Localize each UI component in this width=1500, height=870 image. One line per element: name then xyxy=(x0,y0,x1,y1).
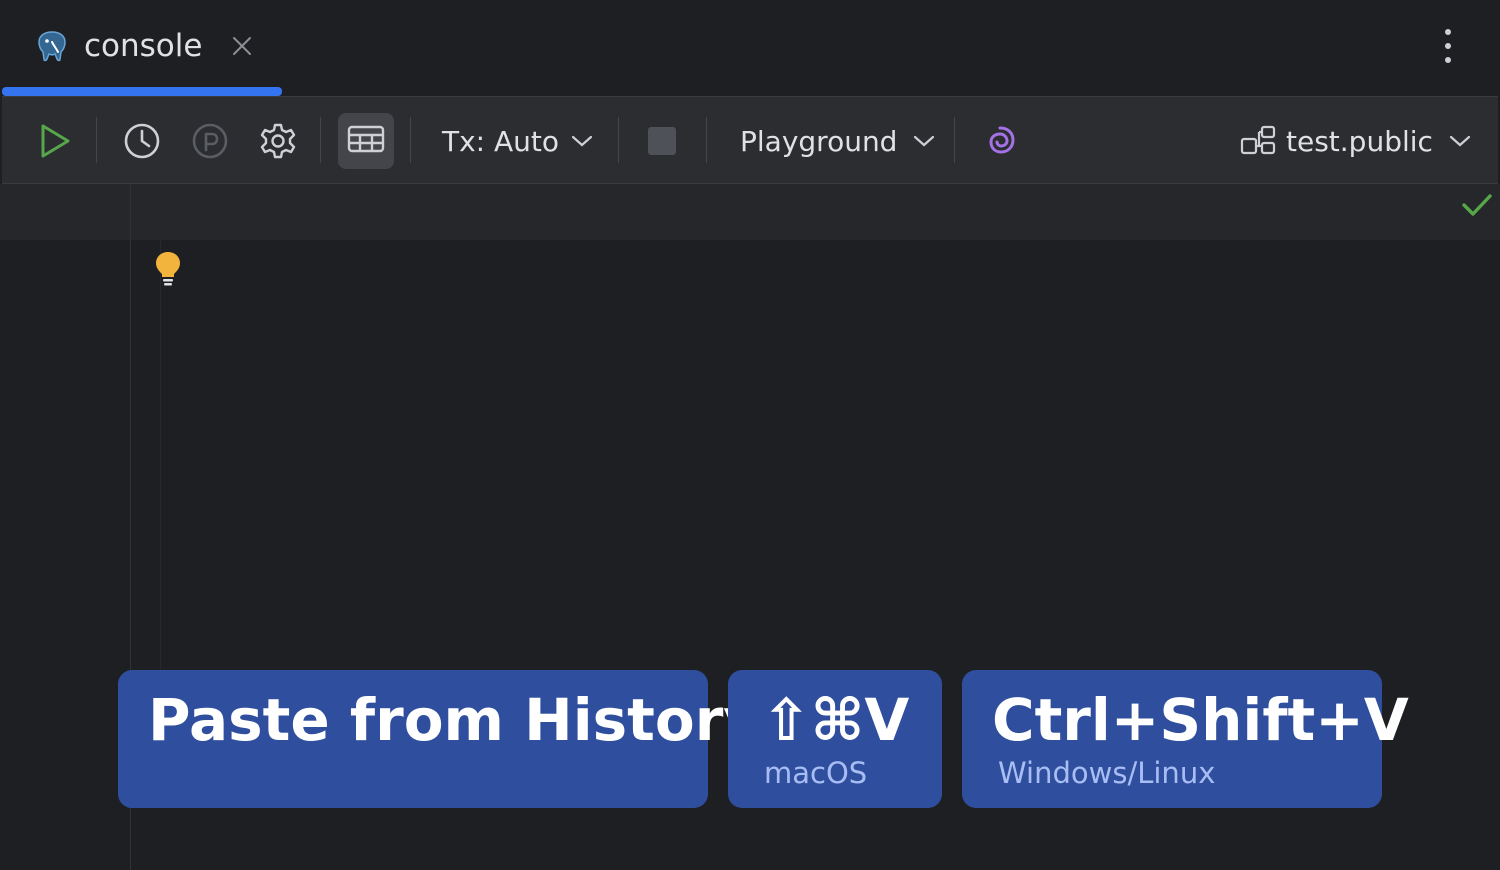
close-icon[interactable] xyxy=(226,30,258,62)
shortcut-action-label: Paste from History xyxy=(148,686,762,754)
parameter-p-icon xyxy=(191,122,229,160)
editor-inspection-bar xyxy=(0,184,1500,240)
tx-mode-label: Tx: Auto xyxy=(442,124,560,158)
playground-mode-dropdown[interactable]: Playground xyxy=(740,97,936,185)
schema-icon xyxy=(1240,125,1278,157)
more-vertical-icon[interactable] xyxy=(1432,26,1464,66)
lightbulb-icon[interactable] xyxy=(152,250,184,290)
history-button[interactable] xyxy=(118,97,166,185)
playground-label: Playground xyxy=(740,124,898,158)
run-button[interactable] xyxy=(32,97,78,185)
clock-icon xyxy=(123,122,161,160)
ai-assistant-button[interactable] xyxy=(978,97,1022,185)
indent-guide xyxy=(160,240,161,670)
chevron-down-icon xyxy=(1449,134,1471,148)
gear-icon xyxy=(259,122,297,160)
shortcut-mac-os-label: macOS xyxy=(764,756,868,790)
ide-window: console Tx: Auto Playground test.public … xyxy=(0,0,1500,870)
parameters-button[interactable] xyxy=(186,97,234,185)
table-grid-icon xyxy=(347,124,385,158)
stop-icon xyxy=(647,126,677,156)
shortcut-windows-card: Ctrl+Shift+V Windows/Linux xyxy=(962,670,1409,808)
shortcut-action-card: Paste from History xyxy=(118,670,761,808)
active-tab-indicator xyxy=(2,87,282,96)
shortcut-windows-keys: Ctrl+Shift+V xyxy=(992,686,1409,754)
check-icon[interactable] xyxy=(1460,190,1494,220)
stop-button[interactable] xyxy=(642,97,682,185)
ai-spiral-icon xyxy=(983,124,1017,158)
tab-label: console xyxy=(84,28,203,64)
chevron-down-icon xyxy=(913,134,935,148)
shortcut-mac-keys: ⇧⌘V xyxy=(762,686,910,754)
toolbar-separator xyxy=(320,117,321,163)
transaction-mode-dropdown[interactable]: Tx: Auto xyxy=(442,97,594,185)
toolbar-separator xyxy=(618,117,619,163)
toolbar-separator xyxy=(954,117,955,163)
toolbar-separator xyxy=(410,117,411,163)
shortcut-windows-os-label: Windows/Linux xyxy=(998,756,1216,790)
toolbar-separator xyxy=(706,117,707,163)
tab-bar: console xyxy=(0,0,1500,96)
chevron-down-icon xyxy=(571,134,593,148)
settings-button[interactable] xyxy=(254,97,302,185)
toolbar-separator xyxy=(96,117,97,163)
shortcut-mac-card: ⇧⌘V macOS xyxy=(728,670,942,808)
tab-console[interactable]: console xyxy=(0,0,284,96)
postgresql-elephant-icon xyxy=(34,28,70,64)
play-icon xyxy=(38,122,72,160)
schema-label: test.public xyxy=(1286,124,1433,158)
console-toolbar: Tx: Auto Playground test.public xyxy=(2,96,1498,184)
schema-selector-dropdown[interactable]: test.public xyxy=(1240,97,1471,185)
output-in-grid-toggle[interactable] xyxy=(338,113,394,169)
